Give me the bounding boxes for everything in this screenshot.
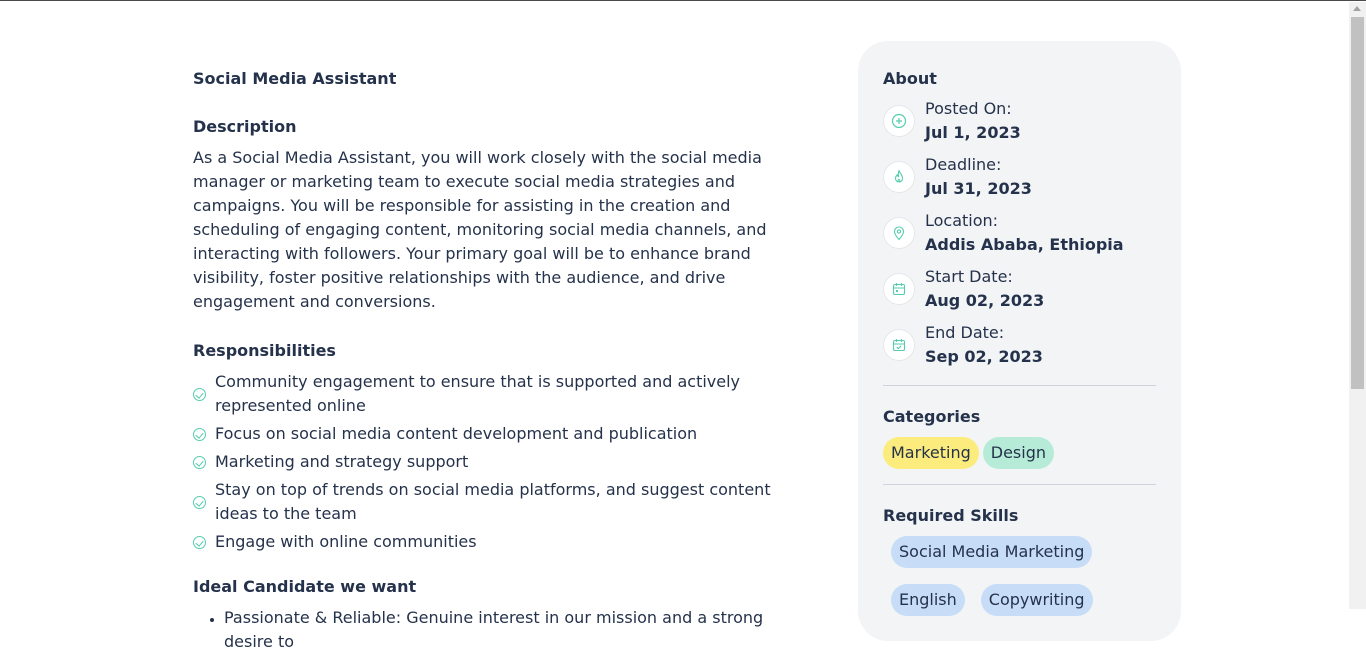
- list-item: Focus on social media content developmen…: [193, 422, 813, 446]
- plus-circle-icon: [883, 105, 915, 137]
- job-title: Social Media Assistant: [193, 69, 397, 88]
- check-circle-icon: [193, 535, 206, 549]
- location-pin-icon: [883, 217, 915, 249]
- location-value: Addis Ababa, Ethiopia: [925, 235, 1124, 254]
- list-item: Stay on top of trends on social media pl…: [193, 478, 813, 526]
- category-tag-design[interactable]: Design: [982, 437, 1054, 469]
- deadline-row: Deadline: Jul 31, 2023: [883, 154, 1156, 200]
- responsibilities-list: Community engagement to ensure that is s…: [193, 370, 813, 554]
- list-item: Marketing and strategy support: [193, 450, 813, 474]
- responsibility-text: Engage with online communities: [215, 532, 477, 551]
- divider: [883, 385, 1156, 386]
- category-tag-marketing[interactable]: Marketing: [883, 437, 979, 469]
- ideal-candidate-heading: Ideal Candidate we want: [193, 577, 417, 596]
- job-details: Social Media Assistant Description As a …: [193, 68, 813, 654]
- posted-on-value: Jul 1, 2023: [925, 123, 1021, 142]
- responsibility-text: Marketing and strategy support: [215, 452, 469, 471]
- end-date-label: End Date:: [925, 323, 1005, 342]
- calendar-check-icon: [883, 329, 915, 361]
- start-date-value: Aug 02, 2023: [925, 291, 1045, 310]
- category-tags: Marketing Design: [883, 437, 1156, 469]
- end-date-row: End Date: Sep 02, 2023: [883, 322, 1156, 368]
- divider: [883, 484, 1156, 485]
- check-circle-icon: [193, 455, 206, 469]
- responsibilities-heading: Responsibilities: [193, 341, 336, 360]
- end-date-value: Sep 02, 2023: [925, 347, 1043, 366]
- check-circle-icon: [193, 387, 206, 401]
- skill-tag[interactable]: Copywriting: [980, 584, 1093, 616]
- check-circle-icon: [193, 427, 206, 441]
- check-circle-icon: [193, 495, 206, 509]
- list-item: Community engagement to ensure that is s…: [193, 370, 813, 418]
- deadline-value: Jul 31, 2023: [925, 179, 1032, 198]
- scrollbar-thumb[interactable]: [1351, 17, 1364, 389]
- categories-heading: Categories: [883, 407, 981, 426]
- description-text: As a Social Media Assistant, you will wo…: [193, 148, 767, 311]
- responsibility-text: Community engagement to ensure that is s…: [215, 372, 741, 415]
- vertical-scrollbar[interactable]: [1349, 2, 1366, 609]
- required-skills-heading: Required Skills: [883, 506, 1019, 525]
- skill-tag[interactable]: Social Media Marketing: [891, 536, 1093, 568]
- skill-tag[interactable]: English: [891, 584, 965, 616]
- start-date-label: Start Date:: [925, 267, 1013, 286]
- fire-icon: [883, 161, 915, 193]
- ideal-candidate-list: Passionate & Reliable: Genuine interest …: [193, 606, 813, 654]
- start-date-row: Start Date: Aug 02, 2023: [883, 266, 1156, 312]
- list-item: Engage with online communities: [193, 530, 813, 554]
- list-item: Passionate & Reliable: Genuine interest …: [224, 606, 813, 654]
- posted-on-label: Posted On:: [925, 99, 1012, 118]
- job-sidebar: About Posted On: Jul 1, 2023 Deadline: J…: [858, 41, 1181, 641]
- location-label: Location:: [925, 211, 999, 230]
- skill-tags: Social Media Marketing English Copywriti…: [883, 536, 1156, 616]
- about-heading: About: [883, 69, 937, 88]
- deadline-label: Deadline:: [925, 155, 1002, 174]
- responsibility-text: Stay on top of trends on social media pl…: [215, 480, 771, 523]
- posted-on-row: Posted On: Jul 1, 2023: [883, 98, 1156, 144]
- scroll-up-arrow-icon[interactable]: [1353, 6, 1361, 11]
- location-row: Location: Addis Ababa, Ethiopia: [883, 210, 1156, 256]
- description-heading: Description: [193, 117, 297, 136]
- responsibility-text: Focus on social media content developmen…: [215, 424, 698, 443]
- calendar-icon: [883, 273, 915, 305]
